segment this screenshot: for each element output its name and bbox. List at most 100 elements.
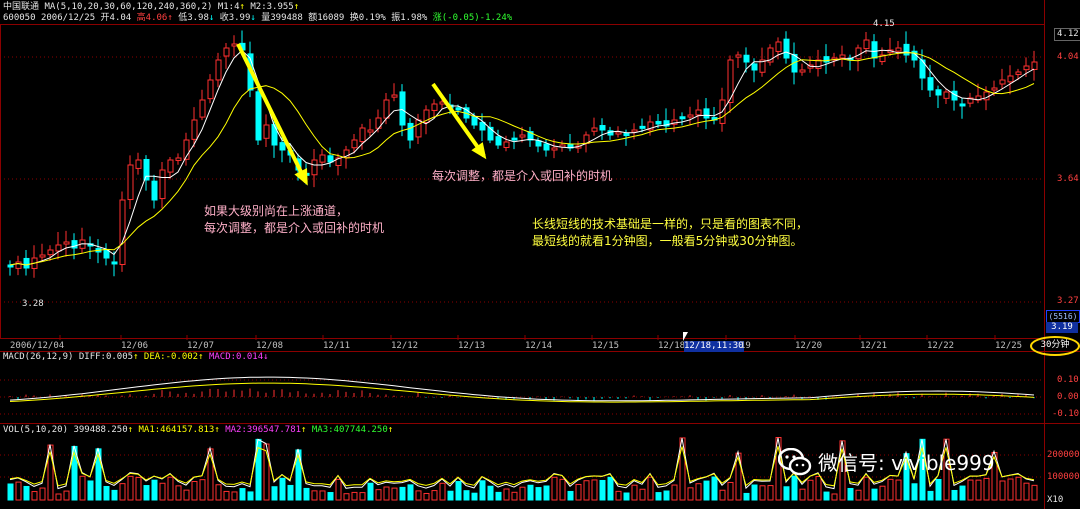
volume-bar <box>151 479 158 501</box>
date-label: 12/14 <box>525 341 553 351</box>
volume-bar <box>135 476 142 501</box>
candle-body <box>903 43 910 56</box>
chart-header-line2: 600050 2006/12/25 开4.04 高4.06↑ 低3.98↓ 收3… <box>3 13 513 23</box>
close-price: 收3.99 <box>219 13 251 23</box>
volume-bar <box>511 491 518 501</box>
stock-code: 600050 <box>3 13 36 23</box>
m2-value: M2:3.955 <box>250 2 294 12</box>
candle-body <box>783 38 790 59</box>
vol-header: VOL(5,10,20) 399488.250↑ MA1:464157.813↑… <box>3 425 394 435</box>
turnover: 换0.19% <box>349 13 386 23</box>
candle-body <box>415 119 422 138</box>
volume-bar <box>335 478 342 501</box>
candle-body <box>63 241 70 245</box>
volume-bar <box>927 490 934 501</box>
candle-body <box>927 77 934 91</box>
wechat-watermark: 微信号: vivible999 <box>778 447 995 476</box>
candle-body <box>47 249 54 256</box>
volume-bar <box>543 485 550 501</box>
change: 涨(-0.05)-1.24% <box>432 13 513 23</box>
volume-bar <box>175 485 182 501</box>
candle-body <box>935 89 942 96</box>
volume-bar <box>823 491 830 501</box>
volume-bar <box>479 480 486 501</box>
candle-body <box>207 79 214 100</box>
candle-body <box>455 107 462 111</box>
candle-body <box>639 125 646 129</box>
volume-bar <box>671 484 678 501</box>
volume-bar <box>583 480 590 501</box>
candle-body <box>127 164 134 201</box>
candle-body <box>55 244 62 252</box>
date-label: 19 <box>740 341 751 351</box>
candle-body <box>799 69 806 73</box>
candle-body <box>327 155 334 163</box>
date-label: 12/06 <box>121 341 149 351</box>
macd-axis-0-00: 0.00 <box>1057 392 1079 402</box>
candle-body <box>1031 61 1038 70</box>
volume-bar <box>279 477 286 501</box>
volume-bar <box>31 491 38 501</box>
candle-body <box>751 63 758 71</box>
candle-body <box>311 159 318 176</box>
candle-body <box>215 59 222 81</box>
ma-line-long <box>9 52 1035 266</box>
macd-dea: DEA:-0.002 <box>143 352 199 362</box>
volume-bar <box>663 490 670 501</box>
wechat-icon <box>778 447 812 475</box>
candle-body <box>159 169 166 200</box>
candle-body <box>23 257 30 269</box>
volume-bar <box>967 479 974 501</box>
volume-bar <box>39 487 46 501</box>
candle-body <box>231 43 238 47</box>
volume-bar <box>559 478 566 501</box>
volume-bar <box>863 476 870 501</box>
price-label-3-19: 3.19 <box>1046 322 1078 333</box>
volume-bar <box>471 492 478 501</box>
volume-bar <box>183 489 190 501</box>
volume-bar <box>519 486 526 501</box>
candle-body <box>1007 75 1014 83</box>
date-label: 12/25 <box>995 341 1023 351</box>
price-label-3-64: 3.64 <box>1057 174 1079 184</box>
candle-body <box>655 120 662 125</box>
volume-bar <box>247 491 254 501</box>
volume-bar <box>655 492 662 501</box>
candle-body <box>151 180 158 201</box>
candle-body <box>143 158 150 181</box>
candle-body <box>167 159 174 173</box>
candle-body <box>631 129 638 133</box>
candle-body <box>407 122 414 141</box>
volume-bar <box>847 487 854 501</box>
candle-body <box>895 47 902 52</box>
candle-body <box>943 91 950 99</box>
candle-body <box>359 127 366 143</box>
candle-body <box>839 54 846 59</box>
candle-body <box>623 133 630 137</box>
macd-title: MACD(26,12,9) <box>3 352 74 362</box>
volume-bar <box>1031 484 1038 501</box>
annotation-uptrend: 如果大级别尚在上涨通道， 每次调整，都是介入或回补的时机 <box>204 204 385 235</box>
stock-name: 中国联通 <box>3 2 40 12</box>
period-30min-button[interactable]: 30分钟 <box>1030 336 1080 356</box>
m1-value: M1:4 <box>217 2 240 12</box>
candle-body <box>871 41 878 59</box>
volume-bar <box>55 493 62 501</box>
volume-bar <box>79 475 86 501</box>
volume-bar <box>767 485 774 501</box>
annotation-pullback: 每次调整，都是介入或回补的时机 <box>432 169 613 183</box>
price-label-current: 4.12 <box>1054 28 1080 41</box>
ma-params: MA(5,10,20,30,60,120,240,360,2) <box>44 2 213 12</box>
volume-bar <box>639 488 646 501</box>
candle-body <box>319 154 326 163</box>
volume-bar <box>551 476 558 501</box>
candle-body <box>175 157 182 161</box>
volume-bar <box>711 476 718 501</box>
volume-bar <box>367 482 374 501</box>
candle-body <box>471 115 478 126</box>
vol-title: VOL(5,10,20) <box>3 425 69 435</box>
candle-body <box>687 114 694 118</box>
volume-bar <box>975 479 982 501</box>
mouse-cursor-icon <box>683 332 688 341</box>
quote-date: 2006/12/25 <box>40 13 96 23</box>
